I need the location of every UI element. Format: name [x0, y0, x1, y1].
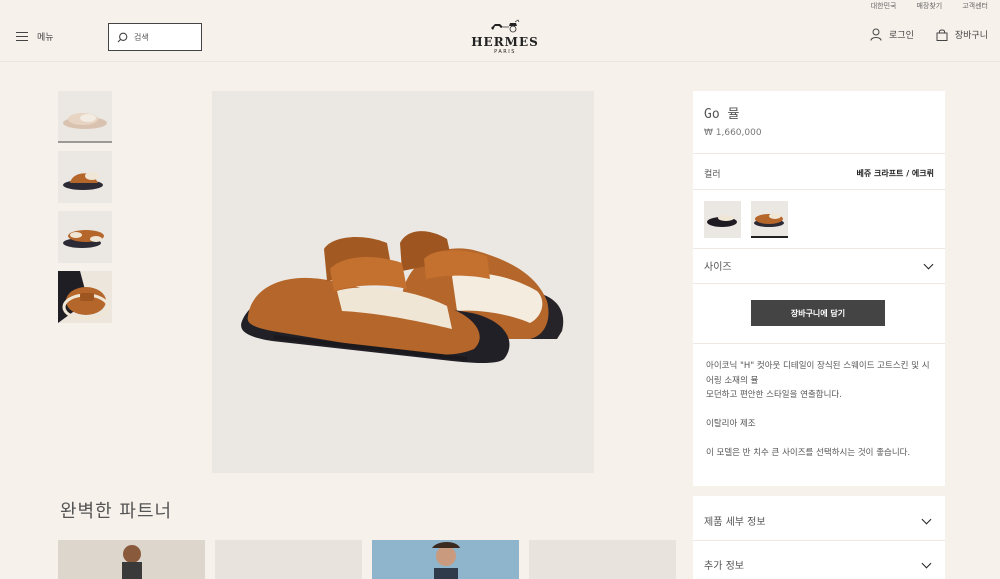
site-header: 메뉴 HERMES PARIS 로그인	[0, 12, 1000, 62]
thumbnail-4[interactable]	[58, 271, 112, 323]
accordion-label-additional: 추가 정보	[704, 561, 744, 572]
thumbnail-2[interactable]	[58, 151, 112, 203]
search-box[interactable]	[108, 23, 202, 51]
partner-card-4[interactable]	[529, 540, 676, 579]
description-paragraph-2: 이탈리아 제조	[706, 419, 756, 429]
cart-link[interactable]: 장바구니	[936, 28, 988, 41]
shopping-bag-icon	[936, 29, 948, 41]
thumbnail-list	[58, 91, 112, 323]
thumbnail-3[interactable]	[58, 211, 112, 263]
product-price: ₩ 1,660,000	[704, 128, 762, 138]
size-label: 사이즈	[704, 262, 732, 273]
add-to-cart-button[interactable]: 장바구니에 담기	[751, 300, 885, 326]
divider	[693, 283, 945, 284]
partner-products	[58, 540, 676, 579]
color-label: 컬러	[704, 170, 721, 180]
product-title: Go 뮬	[704, 107, 740, 122]
main-product-image[interactable]	[212, 91, 594, 473]
color-swatch-beige-kraft[interactable]	[751, 201, 788, 238]
menu-button[interactable]: 메뉴	[16, 30, 54, 43]
color-swatch-black[interactable]	[704, 201, 741, 238]
divider	[693, 248, 945, 249]
partner-card-1[interactable]	[58, 540, 205, 579]
chevron-down-icon	[923, 259, 934, 270]
description-paragraph-1: 아이코닉 "H" 컷아웃 디테일이 장식된 스웨이드 고트스킨 및 시어링 소재…	[706, 361, 930, 400]
description-paragraph-3: 이 모델은 반 치수 큰 사이즈를 선택하시는 것이 좋습니다.	[706, 448, 911, 458]
utility-link-customer-service[interactable]: 고객센터	[962, 0, 988, 12]
chevron-down-icon	[921, 514, 932, 525]
utility-link-country[interactable]: 대한민국	[871, 0, 897, 12]
header-actions: 로그인 장바구니	[870, 28, 988, 41]
divider	[693, 189, 945, 190]
user-icon	[870, 28, 882, 41]
divider	[693, 343, 945, 344]
product-info-panel: Go 뮬 ₩ 1,660,000 컬러 베쥬 크라프트 / 에크뤼 사이즈 장바…	[693, 91, 945, 486]
brand-city: PARIS	[494, 49, 516, 55]
login-label: 로그인	[889, 31, 914, 41]
utility-bar: 대한민국 매장찾기 고객센터	[871, 0, 988, 12]
section-title: 완벽한 파트너	[60, 501, 173, 522]
color-value: 베쥬 크라프트 / 에크뤼	[856, 169, 934, 178]
utility-link-store-finder[interactable]: 매장찾기	[916, 0, 942, 12]
cart-label: 장바구니	[954, 31, 988, 41]
divider	[693, 540, 945, 541]
brand-logo[interactable]: HERMES PARIS	[470, 18, 540, 55]
accordion-label-details: 제품 세부 정보	[704, 517, 766, 528]
login-link[interactable]: 로그인	[870, 28, 914, 41]
search-input[interactable]	[134, 32, 194, 42]
shoe-illustration	[241, 231, 564, 363]
partner-card-3[interactable]	[372, 540, 519, 579]
brand-name: HERMES	[471, 35, 539, 49]
divider	[693, 153, 945, 154]
thumbnail-1[interactable]	[58, 91, 112, 143]
product-description: 아이코닉 "H" 컷아웃 디테일이 장식된 스웨이드 고트스킨 및 시어링 소재…	[706, 359, 934, 475]
search-icon	[117, 32, 128, 42]
menu-label: 메뉴	[37, 33, 54, 43]
partner-card-2[interactable]	[215, 540, 362, 579]
hamburger-icon	[16, 32, 28, 41]
chevron-down-icon	[921, 558, 932, 569]
product-details-accordion: 제품 세부 정보 추가 정보	[693, 496, 945, 579]
carriage-logo-icon	[491, 19, 520, 33]
